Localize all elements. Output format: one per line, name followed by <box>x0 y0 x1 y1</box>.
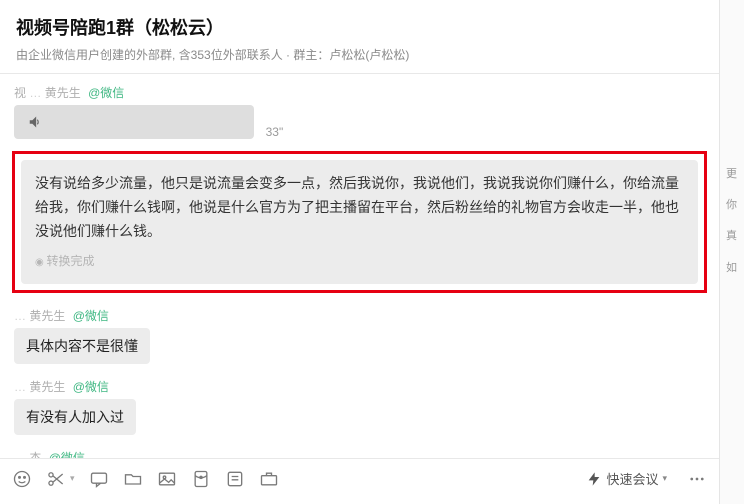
chat-header: 视频号陪跑1群（松松云） 由企业微信用户创建的外部群, 含353位外部联系人 ·… <box>0 0 719 74</box>
folder-icon[interactable] <box>123 469 143 489</box>
message-voice: 视 … 黄先生 @微信 33" <box>14 84 705 139</box>
compose-toolbar: ▾ <box>0 458 719 504</box>
message-text: … 杰 @微信 我做过MCN <box>14 449 705 458</box>
highlighted-transcript: 没有说给多少流量，他只是说流量会变多一点，然后我说你，我说他们，我说我说你们赚什… <box>12 151 707 293</box>
chat-bubble-icon[interactable] <box>89 469 109 489</box>
sender-prefix: 视 <box>14 86 26 100</box>
text-bubble[interactable]: 有没有人加入过 <box>14 399 136 435</box>
rail-hint: 你 <box>726 199 744 212</box>
collect-icon[interactable] <box>225 469 245 489</box>
sender-line: 视 … 黄先生 @微信 <box>14 84 705 101</box>
chat-title: 视频号陪跑1群（松松云） <box>16 14 703 40</box>
sender-name: 黄先生 <box>45 86 81 100</box>
platform-tag: @微信 <box>73 309 109 323</box>
quick-meeting-button[interactable]: 快速会议 ▾ <box>580 467 673 490</box>
bolt-icon <box>586 471 602 487</box>
more-icon[interactable] <box>687 469 707 489</box>
sender-name: 黄先生 <box>29 309 65 323</box>
chat-scroll[interactable]: 视 … 黄先生 @微信 33" <box>0 74 719 458</box>
emoji-icon[interactable] <box>12 469 32 489</box>
briefcase-icon[interactable] <box>259 469 279 489</box>
sender-line: … 杰 @微信 <box>14 449 705 458</box>
text-bubble[interactable]: 具体内容不是很懂 <box>14 328 150 364</box>
transcript-text: 没有说给多少流量，他只是说流量会变多一点，然后我说你，我说他们，我说我说你们赚什… <box>35 172 684 243</box>
message-text: … 黄先生 @微信 有没有人加入过 <box>14 378 705 435</box>
rail-hint: 更 <box>726 168 744 181</box>
quick-meeting-label: 快速会议 <box>606 469 658 488</box>
redpacket-icon[interactable] <box>191 469 211 489</box>
platform-tag: @微信 <box>88 86 124 100</box>
platform-tag: @微信 <box>49 451 85 458</box>
sender-name: 黄先生 <box>29 380 65 394</box>
platform-tag: @微信 <box>73 380 109 394</box>
transcript-status: 转换完成 <box>35 251 684 271</box>
scissors-icon[interactable] <box>46 469 66 489</box>
sender-line: … 黄先生 @微信 <box>14 378 705 395</box>
rail-hint: 如 <box>726 262 744 275</box>
voice-duration: 33" <box>266 125 284 139</box>
right-rail: 更 你 真 如 <box>720 0 744 504</box>
image-icon[interactable] <box>157 469 177 489</box>
message-text: … 黄先生 @微信 具体内容不是很懂 <box>14 307 705 364</box>
sound-icon <box>28 115 42 129</box>
rail-hint: 真 <box>726 230 744 243</box>
chat-subtitle: 由企业微信用户创建的外部群, 含353位外部联系人 · 群主：卢松松(卢松松) <box>16 46 703 63</box>
transcript-bubble[interactable]: 没有说给多少流量，他只是说流量会变多一点，然后我说你，我说他们，我说我说你们赚什… <box>21 160 698 284</box>
sender-name: 杰 <box>29 451 41 458</box>
voice-bubble[interactable] <box>14 105 254 139</box>
sender-line: … 黄先生 @微信 <box>14 307 705 324</box>
